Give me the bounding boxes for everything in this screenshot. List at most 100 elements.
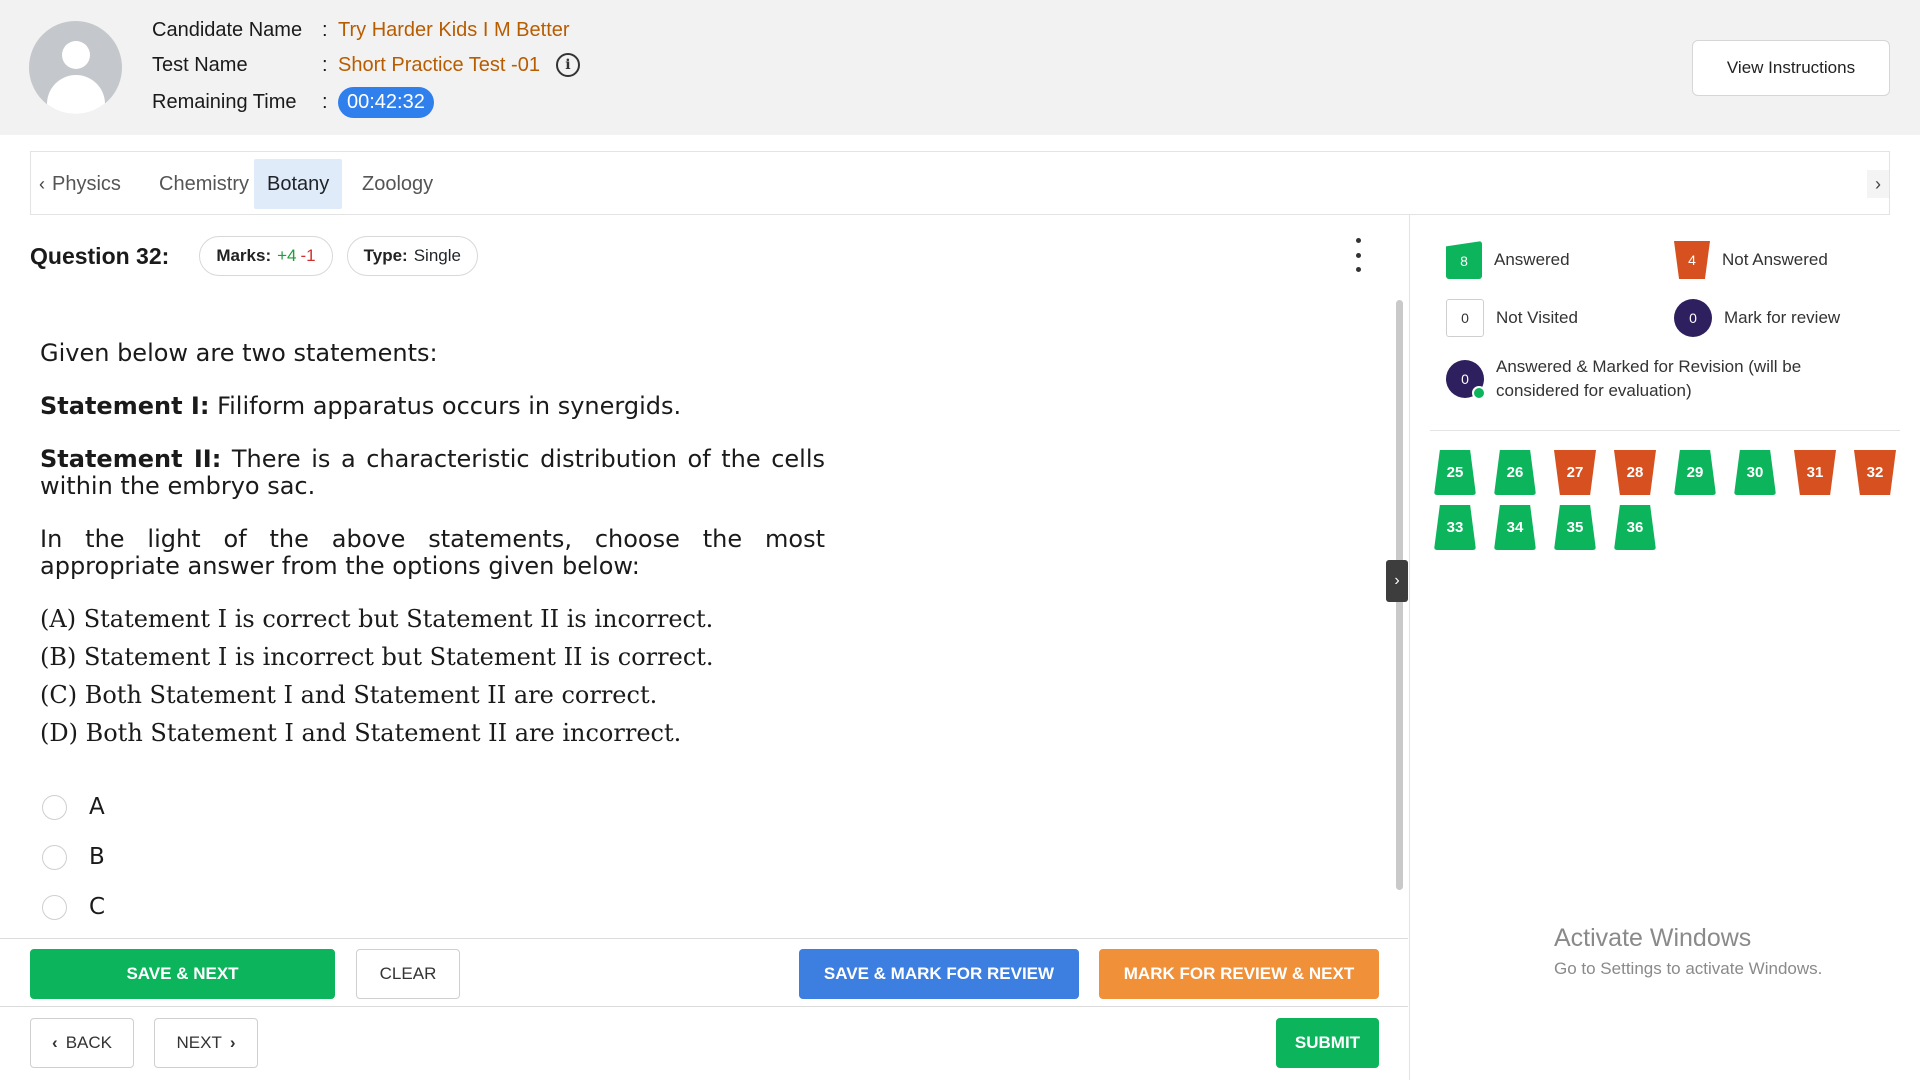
submit-button[interactable]: SUBMIT (1276, 1018, 1379, 1068)
answered-label: Answered (1494, 250, 1570, 269)
candidate-name: Try Harder Kids I M Better (338, 18, 570, 41)
view-instructions-button[interactable]: View Instructions (1692, 40, 1890, 96)
not-answered-label: Not Answered (1722, 250, 1828, 269)
header-bar: Candidate Name : Try Harder Kids I M Bet… (0, 0, 1920, 135)
answered-marked-count: 0 (1446, 360, 1486, 400)
avatar-body-icon (47, 75, 105, 114)
save-next-button[interactable]: SAVE & NEXT (30, 949, 335, 999)
subject-tabs: ‹ Physics Chemistry Botany Zoology › (30, 151, 1890, 215)
legend-not-answered: 4 Not Answered (1674, 241, 1828, 279)
question-prompt: In the light of the above statements, ch… (40, 525, 825, 580)
question-body: Given below are two statements: Statemen… (40, 340, 825, 752)
statement-2-label: Statement II: (40, 445, 222, 473)
choice-c-label: C (89, 894, 106, 920)
test-row: Test Name : Short Practice Test -01 i (152, 50, 580, 80)
statement-1-text: Filiform apparatus occurs in synergids. (209, 392, 682, 420)
not-visited-label: Not Visited (1496, 308, 1578, 327)
tab-botany[interactable]: Botany (254, 159, 343, 209)
back-label: BACK (65, 1033, 112, 1052)
palette-question-27[interactable]: 27 (1554, 450, 1596, 495)
mark-review-next-button[interactable]: MARK FOR REVIEW & NEXT (1099, 949, 1379, 999)
option-list: (A) Statement I is correct but Statement… (40, 600, 825, 752)
chevron-left-icon: ‹ (52, 1033, 58, 1052)
mark-review-label: Mark for review (1724, 308, 1841, 327)
choice-b[interactable]: B (42, 837, 105, 877)
candidate-row: Candidate Name : Try Harder Kids I M Bet… (152, 15, 570, 45)
palette-question-36[interactable]: 36 (1614, 505, 1656, 550)
info-icon[interactable]: i (555, 53, 580, 77)
chevron-right-icon[interactable]: › (1867, 170, 1889, 198)
time-label: Remaining Time (152, 90, 297, 113)
tab-chemistry[interactable]: Chemistry (146, 159, 262, 209)
watermark-subtitle: Go to Settings to activate Windows. (1554, 959, 1823, 978)
legend-answered-marked: 0 Answered & Marked for Revision (will b… (1446, 355, 1876, 403)
watermark-title: Activate Windows (1554, 924, 1752, 952)
choice-c[interactable]: C (42, 887, 105, 927)
marks-positive: +4 (277, 246, 297, 265)
answered-marked-value: 0 (1461, 371, 1469, 387)
choice-a-label: A (89, 794, 105, 820)
not-answered-count: 4 (1674, 241, 1710, 279)
colon: : (322, 90, 328, 113)
radio-a[interactable] (42, 794, 67, 820)
nav-bar-divider (0, 1006, 1408, 1007)
colon: : (322, 53, 328, 76)
legend-not-visited: 0 Not Visited (1446, 299, 1578, 337)
question-title: Question 32: (30, 242, 170, 269)
tab-physics[interactable]: Physics (39, 159, 134, 209)
chevron-right-icon: › (229, 1033, 236, 1052)
not-visited-count: 0 (1446, 299, 1484, 337)
palette-question-34[interactable]: 34 (1494, 505, 1536, 550)
palette-question-32[interactable]: 32 (1854, 450, 1896, 495)
question-intro: Given below are two statements: (40, 339, 438, 367)
marks-negative: -1 (300, 246, 316, 265)
clear-button[interactable]: CLEAR (356, 949, 460, 999)
option-b-text: (B) Statement I is incorrect but Stateme… (40, 643, 714, 671)
answered-count: 8 (1446, 241, 1482, 279)
option-c-text: (C) Both Statement I and Statement II ar… (40, 681, 658, 709)
marks-label: Marks: (216, 246, 272, 265)
side-panel-divider (1409, 215, 1410, 1080)
mark-review-count: 0 (1674, 299, 1712, 337)
palette-question-35[interactable]: 35 (1554, 505, 1596, 550)
test-name: Short Practice Test -01 (338, 53, 540, 76)
palette-question-29[interactable]: 29 (1674, 450, 1716, 495)
more-options-icon[interactable] (1350, 238, 1366, 272)
radio-c[interactable] (42, 894, 67, 920)
save-mark-review-button[interactable]: SAVE & MARK FOR REVIEW (799, 949, 1079, 999)
option-d-text: (D) Both Statement I and Statement II ar… (40, 719, 682, 747)
palette-question-31[interactable]: 31 (1794, 450, 1836, 495)
avatar-head-icon (62, 41, 90, 69)
choice-a[interactable]: A (42, 787, 105, 827)
activate-windows-watermark: Activate Windows Go to Settings to activ… (1554, 924, 1822, 979)
palette-question-25[interactable]: 25 (1434, 450, 1476, 495)
next-label: NEXT (176, 1033, 222, 1052)
candidate-label: Candidate Name (152, 18, 303, 41)
type-value: Single (413, 246, 461, 265)
legend-answered: 8 Answered (1446, 241, 1570, 279)
tab-zoology[interactable]: Zoology (349, 159, 446, 209)
back-button[interactable]: ‹ BACK (30, 1018, 134, 1068)
option-a-text: (A) Statement I is correct but Statement… (40, 605, 714, 633)
marks-badge: Marks: +4 -1 (199, 236, 333, 276)
colon: : (322, 18, 328, 41)
palette-question-30[interactable]: 30 (1734, 450, 1776, 495)
next-button[interactable]: NEXT › (154, 1018, 258, 1068)
type-label: Type: (363, 246, 408, 265)
test-label: Test Name (152, 53, 248, 76)
palette-question-33[interactable]: 33 (1434, 505, 1476, 550)
question-header: Question 32: Marks: +4 -1 Type: Single (30, 232, 492, 280)
palette-question-28[interactable]: 28 (1614, 450, 1656, 495)
legend-mark-review: 0 Mark for review (1674, 299, 1840, 337)
palette-question-26[interactable]: 26 (1494, 450, 1536, 495)
statement-1: Statement I: Filiform apparatus occurs i… (40, 393, 825, 420)
remaining-time-badge: 00:42:32 (338, 86, 434, 118)
choice-b-label: B (89, 844, 105, 870)
collapse-panel-chevron-icon[interactable]: › (1386, 560, 1408, 602)
radio-b[interactable] (42, 844, 67, 870)
time-row: Remaining Time : 00:42:32 (152, 86, 434, 118)
answered-marked-label: Answered & Marked for Revision (will be … (1496, 357, 1802, 400)
legend-divider (1430, 430, 1900, 431)
check-dot-icon (1472, 386, 1486, 400)
avatar (29, 21, 122, 114)
